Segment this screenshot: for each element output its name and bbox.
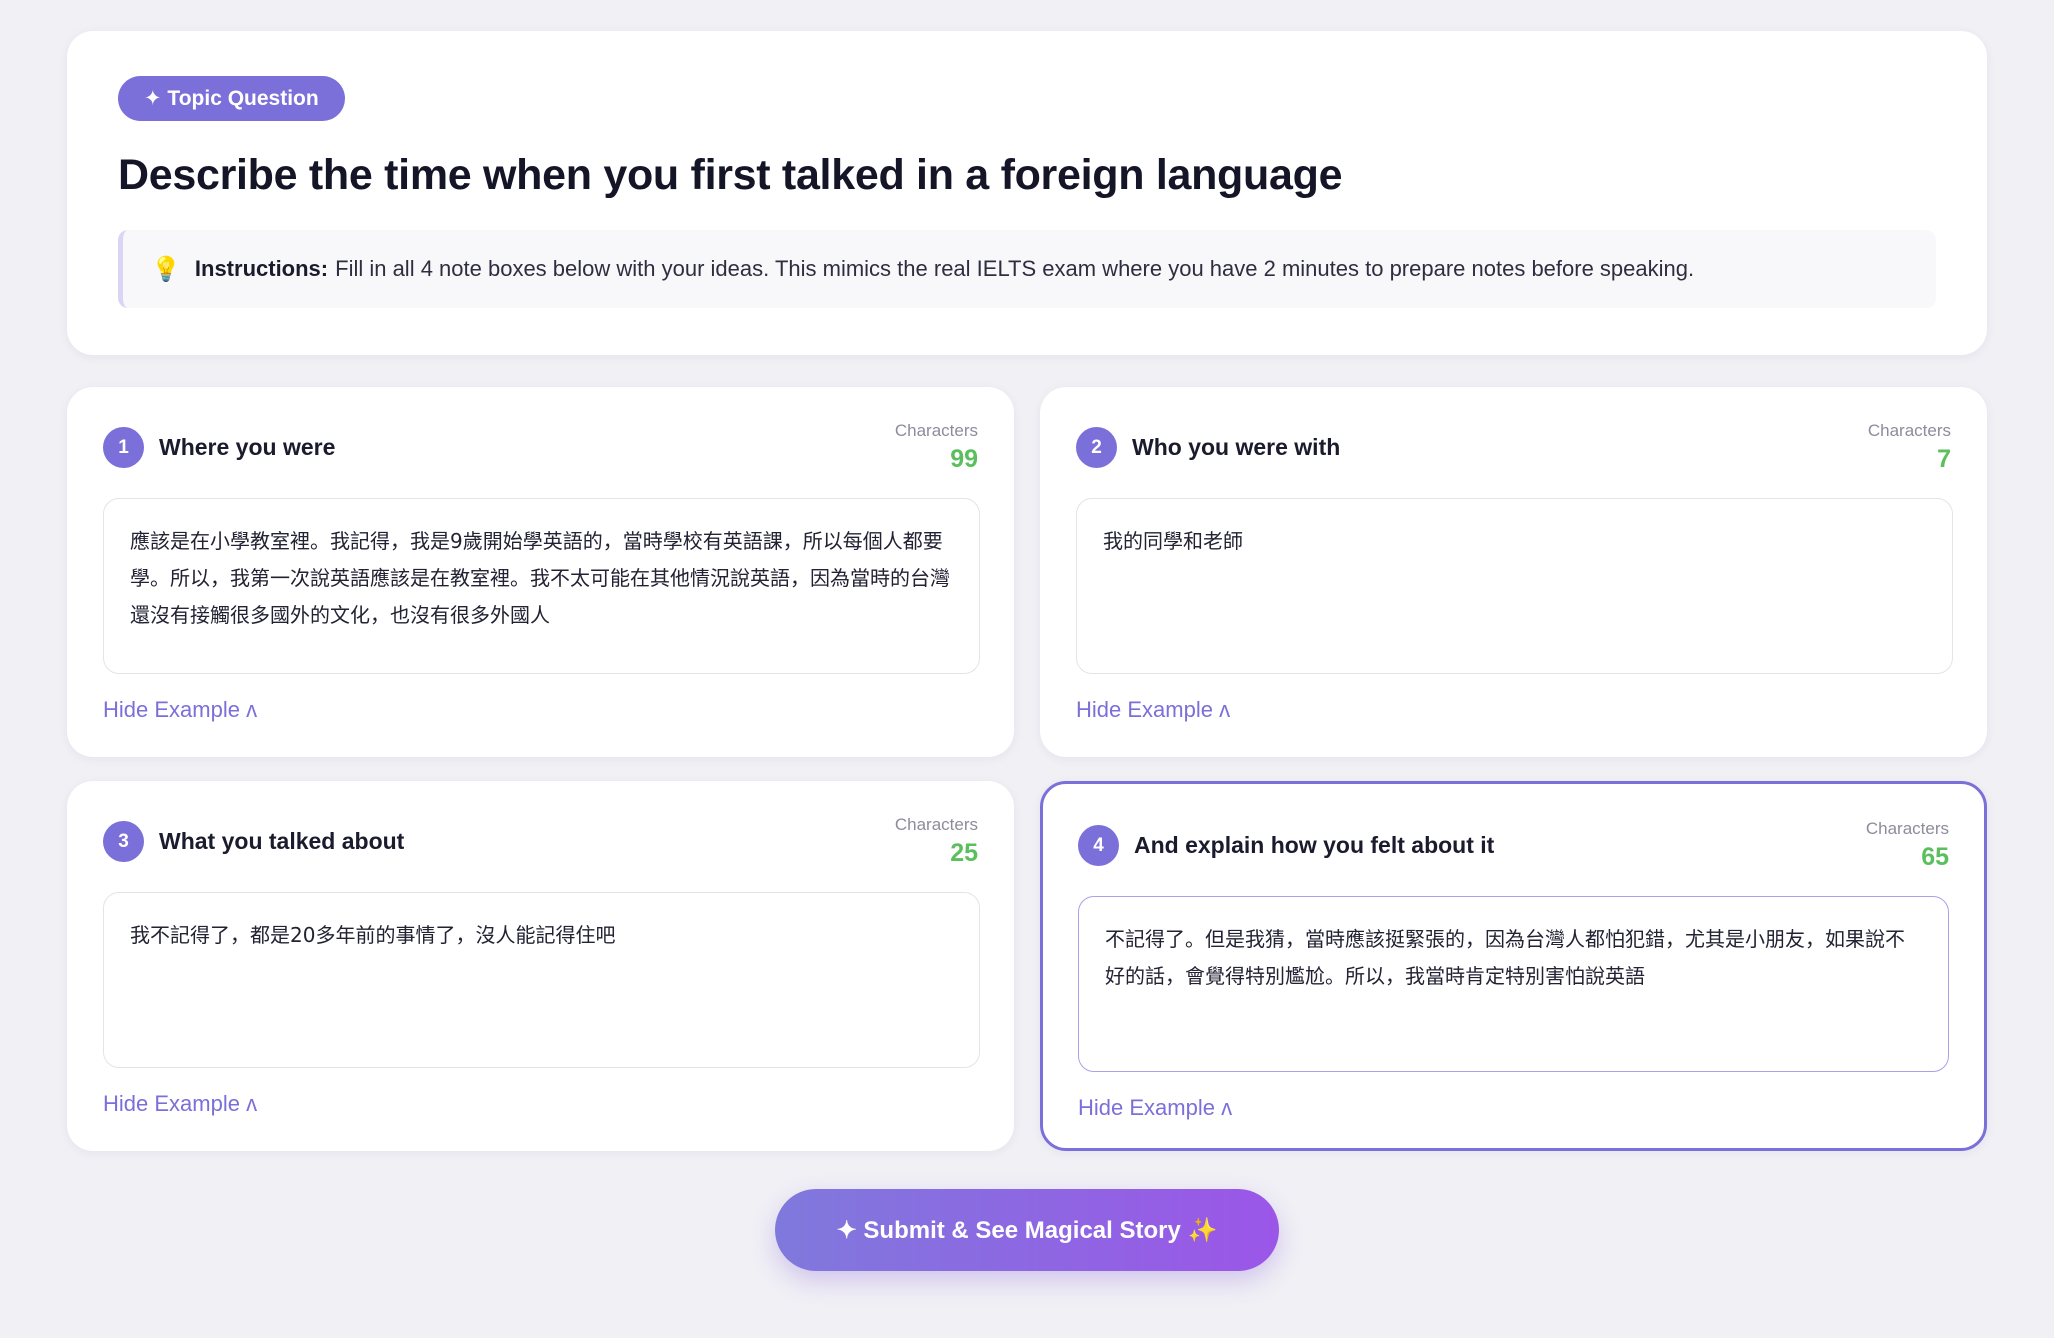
- note-label: And explain how you felt about it: [1134, 832, 1495, 858]
- note-label: What you talked about: [159, 828, 405, 854]
- character-counter-label: Characters: [1867, 421, 1951, 440]
- note-number-badge: 2: [1076, 427, 1117, 468]
- topic-badge: ✦ Topic Question: [118, 76, 345, 121]
- topic-card: ✦ Topic Question Describe the time when …: [67, 31, 1987, 355]
- page: ✦ Topic Question Describe the time when …: [0, 0, 2054, 1338]
- note-number-badge: 3: [103, 821, 144, 862]
- hide-example-toggle[interactable]: Hide Example ʌ: [103, 1091, 257, 1117]
- lightbulb-icon: 💡: [151, 255, 181, 283]
- note-textarea-feeling[interactable]: 不記得了。但是我猜，當時應該挺緊張的，因為台灣人都怕犯錯，尤其是小朋友，如果說不…: [1078, 896, 1949, 1072]
- note-header: 4 And explain how you felt about it: [1078, 825, 1494, 866]
- note-number-badge: 4: [1078, 825, 1119, 866]
- note-header: 3 What you talked about: [103, 821, 404, 862]
- submit-button[interactable]: ✦ Submit & See Magical Story ✨: [775, 1189, 1279, 1271]
- hide-example-toggle[interactable]: Hide Example ʌ: [1076, 697, 1230, 723]
- hide-example-toggle[interactable]: Hide Example ʌ: [1078, 1095, 1232, 1121]
- instructions-label: Instructions:: [194, 256, 329, 281]
- character-counter-label: Characters: [1865, 819, 1949, 838]
- character-counter-label: Characters: [894, 815, 978, 834]
- note-textarea-who[interactable]: 我的同學和老師: [1076, 498, 1953, 674]
- character-count: 25: [950, 839, 978, 867]
- instructions-box: 💡 Instructions: Fill in all 4 note boxes…: [118, 230, 1936, 308]
- character-counter-label: Characters: [894, 421, 978, 440]
- note-textarea-what[interactable]: 我不記得了，都是20多年前的事情了，沒人能記得住吧: [103, 892, 980, 1068]
- hide-example-toggle[interactable]: Hide Example ʌ: [103, 697, 257, 723]
- note-header: 1 Where you were: [103, 427, 335, 468]
- character-counter: Characters 7: [1868, 421, 1951, 474]
- note-header: 2 Who you were with: [1076, 427, 1340, 468]
- instructions-text: Fill in all 4 note boxes below with your…: [335, 256, 1695, 281]
- character-counter: Characters 25: [895, 815, 978, 868]
- character-counter: Characters 99: [895, 421, 978, 474]
- note-label: Who you were with: [1132, 434, 1341, 460]
- page-title: Describe the time when you first talked …: [118, 151, 1343, 199]
- note-card-feeling: 4 And explain how you felt about it Char…: [1040, 781, 1987, 1151]
- note-number-badge: 1: [103, 427, 144, 468]
- note-card-what: 3 What you talked about Characters 25 我不…: [67, 781, 1014, 1151]
- character-count: 7: [1937, 445, 1951, 473]
- note-card-who: 2 Who you were with Characters 7 我的同學和老師…: [1040, 387, 1987, 757]
- note-label: Where you were: [159, 434, 336, 460]
- character-count: 65: [1921, 843, 1949, 871]
- character-count: 99: [950, 445, 978, 473]
- note-card-where: 1 Where you were Characters 99 應該是在小學教室裡…: [67, 387, 1014, 757]
- character-counter: Characters 65: [1866, 819, 1949, 872]
- note-textarea-where[interactable]: 應該是在小學教室裡。我記得，我是9歲開始學英語的，當時學校有英語課，所以每個人都…: [103, 498, 980, 674]
